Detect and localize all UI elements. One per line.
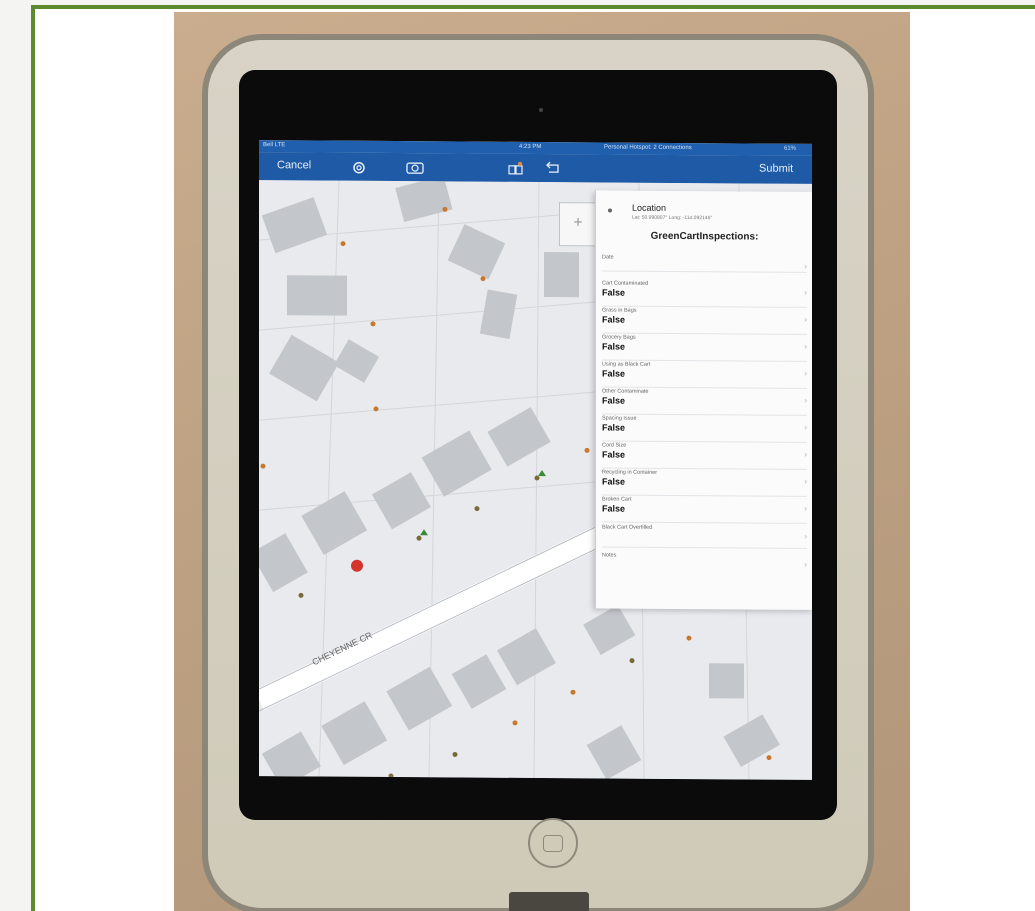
field-value: False [602, 395, 626, 406]
zoom-in-button[interactable]: + [559, 202, 597, 247]
field-value: False [602, 287, 626, 298]
chevron-right-icon: › [804, 287, 807, 297]
submit-button[interactable]: Submit [759, 163, 793, 175]
nav-bar: Cancel Submit [259, 152, 812, 184]
field-value: False [602, 476, 626, 487]
chevron-right-icon: › [804, 368, 807, 378]
home-button[interactable] [528, 818, 578, 868]
field-grocery-bags[interactable]: Grocery Bags False › [602, 334, 807, 362]
field-broken-cart[interactable]: Broken Cart False › [602, 496, 807, 524]
chevron-right-icon: › [804, 422, 807, 432]
chevron-right-icon: › [804, 476, 807, 486]
field-notes[interactable]: Notes › [602, 552, 807, 575]
layers-icon[interactable] [507, 161, 525, 180]
chevron-right-icon: › [804, 261, 807, 271]
charging-connector [509, 892, 589, 911]
field-label: Date [602, 254, 614, 261]
selected-point[interactable] [351, 559, 363, 572]
form-title: GreenCartInspections: [650, 230, 759, 243]
battery-text: 61% [784, 145, 797, 152]
tablet-screen: Bell LTE 4:23 PM Personal Hotspot: 2 Con… [259, 140, 812, 780]
field-cart-contaminated[interactable]: Cart Contaminated False › [602, 280, 807, 308]
chevron-right-icon: › [804, 341, 807, 351]
field-value: False [602, 449, 626, 460]
field-value: False [602, 314, 626, 325]
chevron-right-icon: › [804, 531, 807, 541]
field-recycling-in-container[interactable]: Recycling in Container False › [602, 469, 807, 497]
chevron-right-icon: › [804, 559, 807, 569]
chevron-right-icon: › [804, 503, 807, 513]
cancel-button[interactable]: Cancel [277, 159, 311, 171]
chevron-right-icon: › [804, 395, 807, 405]
field-using-as-black-cart[interactable]: Using as Black Cart False › [602, 361, 807, 389]
field-value: False [602, 368, 626, 379]
field-cord-size[interactable]: Cord Size False › [602, 442, 807, 470]
field-black-cart-overfilled[interactable]: Black Cart Overfilled › [602, 524, 807, 549]
field-value: False [602, 341, 626, 352]
home-square-icon [543, 834, 563, 852]
location-title: Location [632, 202, 667, 213]
field-label: Notes [602, 552, 617, 559]
field-date[interactable]: Date › [602, 254, 807, 273]
front-camera [539, 108, 543, 112]
image-frame: Bell LTE 4:23 PM Personal Hotspot: 2 Con… [31, 5, 1035, 911]
location-coords: Lat: 50.990807° Long: -114.092146° [632, 214, 713, 222]
gear-icon[interactable] [351, 160, 367, 179]
location-dot-icon [608, 208, 612, 213]
camera-icon[interactable] [406, 160, 424, 177]
field-spacing-issue[interactable]: Spacing Issue False › [602, 415, 807, 443]
field-value: False [602, 422, 626, 433]
undo-icon[interactable] [544, 161, 562, 178]
chevron-right-icon: › [804, 314, 807, 324]
hotspot-text: Personal Hotspot: 2 Connections [604, 144, 692, 152]
carrier-text: Bell LTE [263, 142, 286, 149]
field-other-contaminate[interactable]: Other Contaminate False › [602, 388, 807, 416]
inspection-form-panel: Location Lat: 50.990807° Long: -114.0921… [595, 190, 812, 610]
chevron-right-icon: › [804, 449, 807, 459]
photo: Bell LTE 4:23 PM Personal Hotspot: 2 Con… [174, 12, 910, 911]
field-value: False [602, 503, 626, 514]
field-grass-in-bags[interactable]: Grass in Bags False › [602, 307, 807, 335]
status-time: 4:23 PM [519, 143, 542, 151]
field-label: Black Cart Overfilled [602, 524, 653, 531]
